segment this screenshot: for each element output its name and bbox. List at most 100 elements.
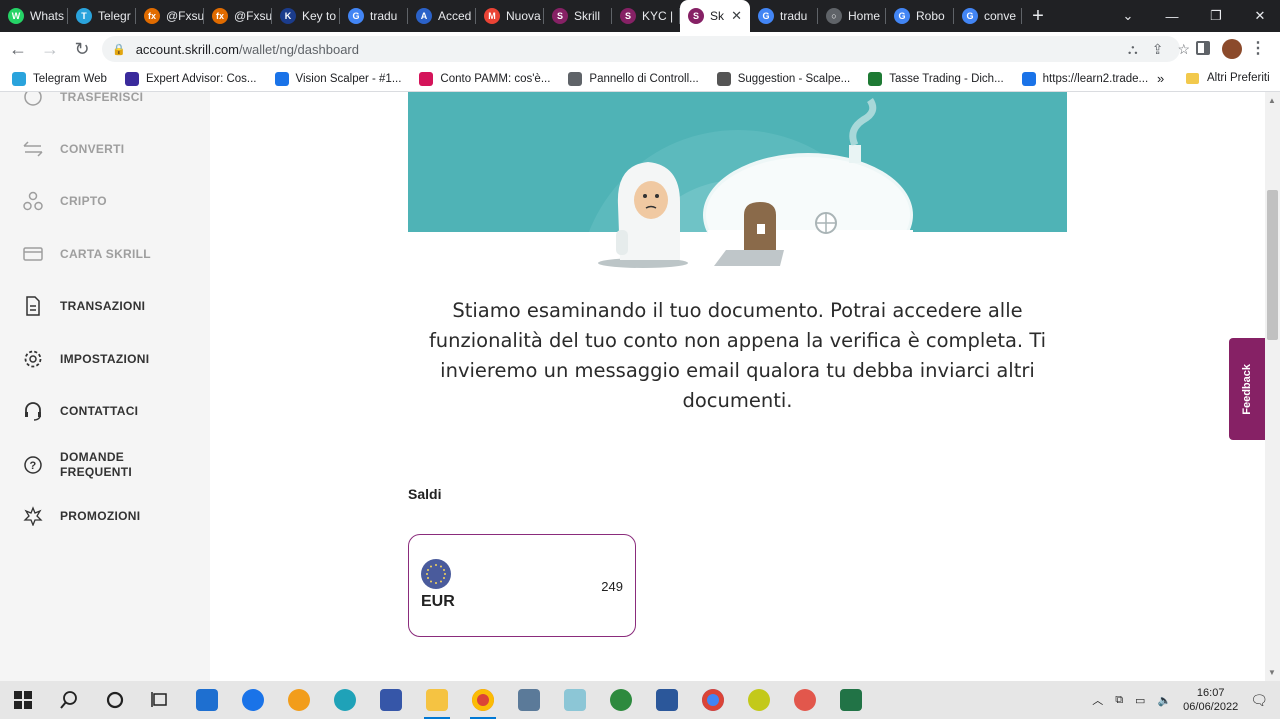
tab-favicon-icon: K — [280, 8, 296, 24]
bookmark-item[interactable]: Expert Advisor: Cos... — [124, 71, 257, 86]
taskbar-app-icon[interactable] — [552, 681, 598, 719]
taskbar-app-icon[interactable] — [598, 681, 644, 719]
chrome-icon[interactable] — [460, 681, 506, 719]
other-bookmarks-folder[interactable]: Altri Preferiti — [1186, 72, 1270, 84]
windows-start-icon[interactable] — [0, 681, 46, 719]
network-icon[interactable]: ⧉ — [1115, 694, 1123, 707]
sidebar-item-carta-skrill[interactable]: CARTA SKRILL — [22, 243, 151, 265]
taskbar-app-icon[interactable] — [276, 681, 322, 719]
feedback-button[interactable]: Feedback — [1229, 338, 1265, 440]
side-panel-icon[interactable] — [1196, 41, 1210, 55]
edge-icon[interactable] — [322, 681, 368, 719]
tab-favicon-icon: G — [962, 8, 978, 24]
battery-icon[interactable]: ▭ — [1135, 694, 1145, 707]
tab-label: Acced — [438, 9, 472, 23]
bookmark-item[interactable]: Pannello di Controll... — [568, 71, 699, 86]
word-icon[interactable] — [644, 681, 690, 719]
cortana-icon[interactable] — [92, 681, 138, 719]
tab-favicon-icon: W — [8, 8, 24, 24]
taskbar-app-icon[interactable] — [184, 681, 230, 719]
notifications-icon[interactable]: 🗨 — [1250, 692, 1268, 709]
browser-menu-icon[interactable]: ⋮ — [1250, 38, 1266, 58]
browser-tab[interactable]: G Robo — [886, 0, 954, 32]
task-view-icon[interactable] — [138, 681, 184, 719]
document-icon — [22, 295, 44, 317]
file-explorer-icon[interactable] — [414, 681, 460, 719]
address-bar[interactable]: 🔒 account.skrill.com/wallet/ng/dashboard — [102, 36, 1180, 62]
bookmark-star-icon[interactable]: ☆ — [1177, 41, 1190, 58]
close-tab-icon[interactable]: ✕ — [731, 8, 742, 24]
bookmark-item[interactable]: Telegram Web — [12, 71, 107, 86]
bookmark-label: Telegram Web — [33, 72, 107, 85]
share-icon[interactable]: ⇪ — [1152, 41, 1164, 58]
sidebar-item-cripto[interactable]: CRIPTO — [22, 190, 107, 212]
browser-tab[interactable]: M Nuova — [476, 0, 544, 32]
scroll-down-icon[interactable]: ▼ — [1268, 668, 1276, 677]
sidebar-item-transazioni[interactable]: TRANSAZIONI — [22, 295, 145, 317]
tab-favicon-icon: S — [620, 8, 636, 24]
tab-search-icon[interactable]: ⌄ — [1106, 0, 1150, 32]
help-icon: ? — [22, 454, 44, 476]
browser-tab[interactable]: ○ Home — [818, 0, 886, 32]
url-host: account.skrill.com — [135, 41, 240, 57]
close-window-button[interactable]: ✕ — [1238, 0, 1280, 32]
sidebar-item-domande-frequenti[interactable]: ? DOMANDE FREQUENTI — [22, 450, 132, 480]
taskbar-app-icon[interactable] — [230, 681, 276, 719]
browser-tab[interactable]: Gconve — [954, 0, 1022, 32]
tab-label: Telegr — [98, 9, 131, 23]
taskbar-app-icon[interactable] — [736, 681, 782, 719]
page-scrollbar[interactable]: ▲ ▼ — [1265, 92, 1280, 681]
browser-tab[interactable]: S Skrill — [544, 0, 612, 32]
browser-tab[interactable]: K Key to — [272, 0, 340, 32]
sidebar-item-converti[interactable]: CONVERTI — [22, 138, 124, 160]
browser-tab[interactable]: W Whats — [0, 0, 68, 32]
browser-toolbar: ← → ↻ 🔒 account.skrill.com/wallet/ng/das… — [0, 32, 1280, 66]
search-icon[interactable] — [46, 681, 92, 719]
bookmark-favicon-icon — [716, 71, 731, 86]
tab-separator — [1021, 8, 1022, 24]
bookmark-item[interactable]: Conto PAMM: cos'è... — [419, 71, 550, 86]
profile-avatar[interactable] — [1222, 39, 1242, 59]
bookmark-item[interactable]: Suggestion - Scalpe... — [716, 71, 850, 86]
taskbar-clock[interactable]: 16:07 06/06/2022 — [1183, 686, 1238, 714]
excel-icon[interactable] — [828, 681, 874, 719]
browser-tab[interactable]: fx @Fxsu — [204, 0, 272, 32]
new-tab-button[interactable]: + — [1022, 0, 1054, 32]
scroll-up-icon[interactable]: ▲ — [1268, 96, 1276, 105]
sidebar-item-promozioni[interactable]: PROMOZIONI — [22, 505, 140, 527]
bookmarks-overflow-button[interactable]: » — [1157, 71, 1164, 86]
sidebar-item-impostazioni[interactable]: IMPOSTAZIONI — [22, 348, 149, 370]
maximize-button[interactable]: ❐ — [1194, 0, 1238, 32]
reload-button[interactable]: ↻ — [68, 35, 96, 63]
minimize-button[interactable]: — — [1150, 0, 1194, 32]
balance-card-eur[interactable]: EUR 249 — [408, 534, 636, 637]
tab-label: @Fxsu — [166, 9, 204, 23]
forward-button[interactable]: → — [36, 35, 64, 63]
tab-label: tradu — [370, 9, 398, 23]
taskbar-app-icon[interactable] — [782, 681, 828, 719]
calculator-icon[interactable] — [506, 681, 552, 719]
sidebar-item-trasferisci[interactable]: TRASFERISCI — [22, 92, 143, 108]
bookmark-item[interactable]: Vision Scalper - #1... — [274, 71, 401, 86]
browser-tab[interactable]: T Telegr — [68, 0, 136, 32]
bookmark-item[interactable]: Tasse Trading - Dich... — [868, 71, 1004, 86]
bookmark-item[interactable]: https://learn2.trade... — [1021, 71, 1148, 86]
chevron-up-icon[interactable]: ︿ — [1092, 692, 1103, 708]
verification-illustration — [408, 92, 1067, 275]
sidebar-item-contattaci[interactable]: CONTATTACI — [22, 400, 138, 422]
back-button[interactable]: ← — [4, 35, 32, 63]
browser-tab[interactable]: Gtradu — [750, 0, 818, 32]
browser-tab[interactable]: S Sk ✕ — [680, 0, 750, 32]
volume-icon[interactable]: 🔈 — [1157, 694, 1171, 707]
translate-icon[interactable]: ⛬ — [1128, 41, 1138, 58]
tab-label: KYC | — [642, 9, 674, 23]
browser-tab[interactable]: Gtradu — [340, 0, 408, 32]
scrollbar-thumb[interactable] — [1267, 190, 1278, 340]
bookmark-label: Pannello di Controll... — [589, 72, 699, 85]
transfer-icon — [22, 92, 44, 108]
chrome-icon[interactable] — [690, 681, 736, 719]
browser-tab[interactable]: A Acced — [408, 0, 476, 32]
browser-tab[interactable]: fx @Fxsu — [136, 0, 204, 32]
taskbar-app-icon[interactable] — [368, 681, 414, 719]
browser-tab[interactable]: S KYC | — [612, 0, 680, 32]
